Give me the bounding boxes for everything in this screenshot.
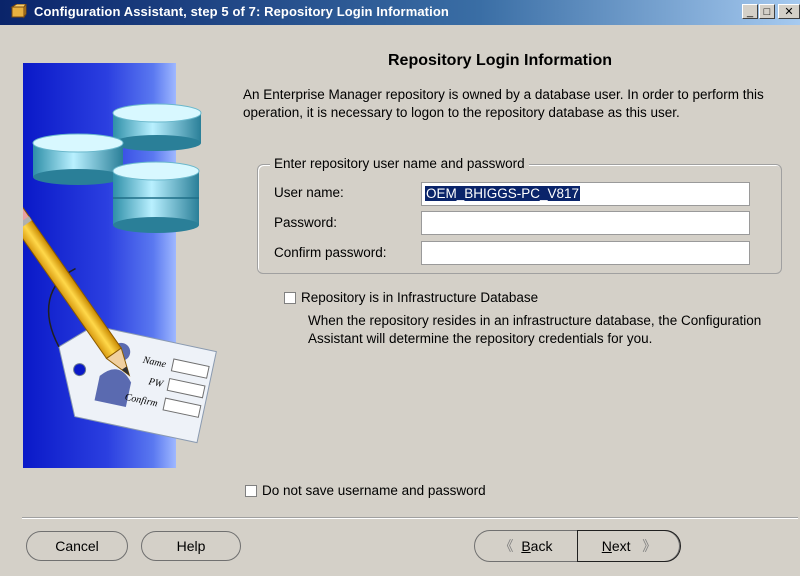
database-pencil-illustration: Name PW Confirm xyxy=(23,103,217,444)
infrastructure-db-description: When the repository resides in an infras… xyxy=(308,313,762,346)
button-separator xyxy=(22,517,798,519)
cancel-button[interactable]: Cancel xyxy=(26,531,128,561)
navigation-button-group: 《 Back Next 》 xyxy=(474,530,681,562)
password-field[interactable] xyxy=(421,211,750,235)
next-button[interactable]: Next 》 xyxy=(577,531,681,561)
close-icon: ✕ xyxy=(784,6,794,18)
database-icon xyxy=(112,161,200,233)
database-icon xyxy=(112,103,202,151)
app-icon xyxy=(10,4,27,19)
database-icon xyxy=(32,133,124,185)
confirm-password-field[interactable] xyxy=(421,241,750,265)
infrastructure-db-label[interactable]: Repository is in Infrastructure Database xyxy=(301,290,538,305)
window-title: Configuration Assistant, step 5 of 7: Re… xyxy=(34,4,449,19)
credentials-group-label: Enter repository user name and password xyxy=(270,156,529,171)
next-arrow-icon: 》 xyxy=(642,538,657,554)
infrastructure-db-checkbox[interactable] xyxy=(284,292,296,304)
confirm-password-label: Confirm password: xyxy=(274,245,387,260)
minimize-icon: _ xyxy=(746,6,754,18)
username-value: OEM_BHIGGS-PC_V817 xyxy=(425,186,581,201)
help-button[interactable]: Help xyxy=(141,531,241,561)
username-field[interactable]: OEM_BHIGGS-PC_V817 xyxy=(421,182,750,206)
configuration-assistant-window: Configuration Assistant, step 5 of 7: Re… xyxy=(0,0,800,576)
page-description: An Enterprise Manager repository is owne… xyxy=(243,87,764,120)
password-label: Password: xyxy=(274,215,338,230)
page-heading: Repository Login Information xyxy=(388,52,612,69)
back-mnemonic: B xyxy=(521,538,531,554)
back-arrow-icon: 《 xyxy=(499,538,514,554)
do-not-save-label[interactable]: Do not save username and password xyxy=(262,483,486,498)
maximize-button[interactable]: □ xyxy=(759,4,775,19)
back-label-rest: ack xyxy=(530,538,553,554)
minimize-button[interactable]: _ xyxy=(742,4,758,19)
wizard-graphic: Name PW Confirm xyxy=(23,63,217,468)
close-button[interactable]: ✕ xyxy=(778,4,800,19)
do-not-save-checkbox[interactable] xyxy=(245,485,257,497)
login-tag-illustration: Name PW Confirm xyxy=(47,267,217,444)
next-mnemonic: N xyxy=(601,538,612,554)
username-label: User name: xyxy=(274,185,344,200)
next-label-rest: ext xyxy=(611,538,631,554)
back-button[interactable]: 《 Back xyxy=(475,531,577,561)
maximize-icon: □ xyxy=(763,6,771,18)
title-bar[interactable]: Configuration Assistant, step 5 of 7: Re… xyxy=(0,0,800,25)
